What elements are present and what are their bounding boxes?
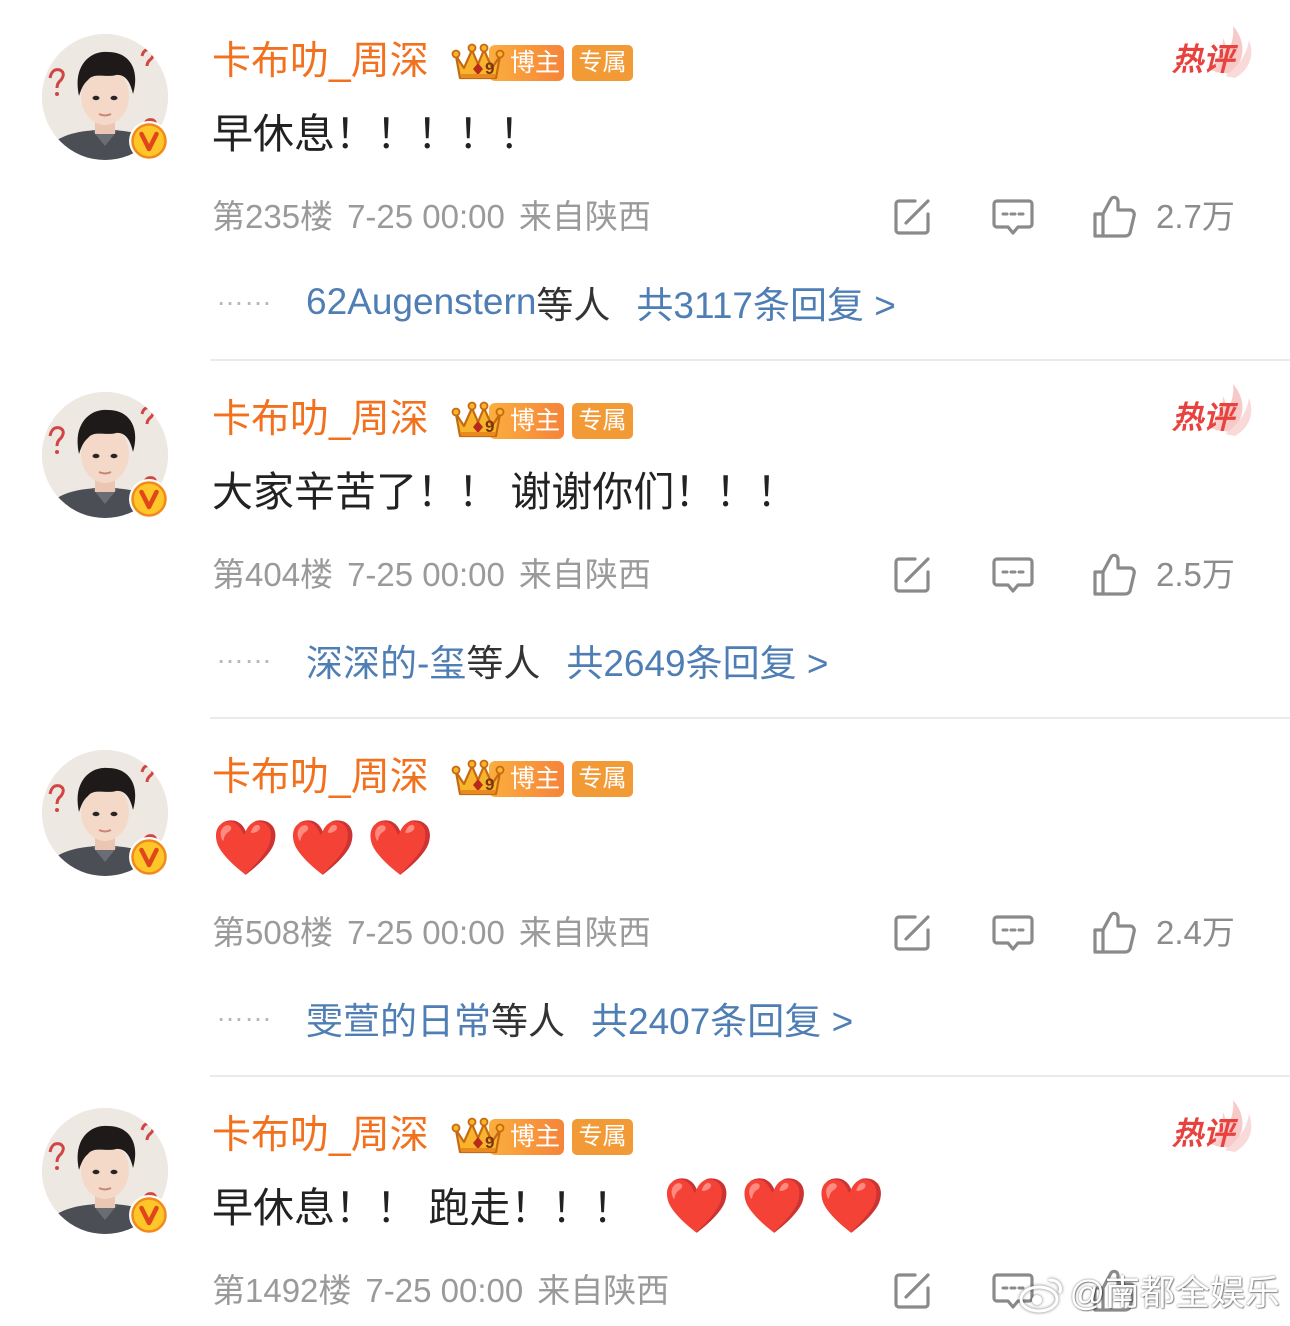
- comment-text: 大家辛苦了！！ 谢谢你们！！！: [212, 469, 798, 515]
- like-button[interactable]: 2.5万: [1091, 552, 1251, 598]
- thumbs-up-icon: [1093, 911, 1136, 954]
- exclusive-badge: 专属: [572, 1119, 633, 1155]
- like-button[interactable]: 2.7万: [1091, 194, 1251, 240]
- comment-text: 早休息！！ 跑走！！！: [212, 1185, 634, 1231]
- comment-item: 卡布叻_周深 博主 9 专属 热评 大家辛苦了！！ 谢谢你们！！！ 第404楼 …: [0, 358, 1290, 720]
- verified-v-icon: [128, 836, 170, 878]
- verified-v-icon: [128, 478, 170, 520]
- reply-users-link[interactable]: 深深的-玺: [306, 633, 466, 687]
- like-button[interactable]: 2.4万: [1091, 910, 1251, 956]
- weibo-logo-icon: [1017, 1274, 1065, 1314]
- reply-summary[interactable]: …… 雯萱的日常 等人 共2407条回复 >: [216, 994, 853, 1042]
- repost-edit-icon[interactable]: [891, 554, 933, 596]
- floor-number: 第1492楼: [212, 1272, 352, 1309]
- crown-icon: [449, 37, 507, 85]
- username[interactable]: 卡布叻_周深: [212, 38, 429, 86]
- floor-number: 第235楼: [212, 198, 334, 235]
- comment-bubble-icon[interactable]: [991, 913, 1035, 953]
- crown-icon: [449, 753, 507, 801]
- exclusive-badge: 专属: [572, 45, 633, 81]
- comment-time: 7-25 00:00: [347, 556, 505, 593]
- view-replies-link[interactable]: 共2649条回复 >: [566, 633, 828, 687]
- reply-users-link[interactable]: 62Augenstern: [306, 281, 536, 323]
- like-count: 2.5万: [1156, 556, 1235, 593]
- comment-meta: 第404楼 7-25 00:00 来自陕西: [212, 551, 651, 599]
- reply-users-suffix: 等人: [466, 643, 541, 684]
- reply-ellipsis: ……: [216, 638, 272, 669]
- comment-content[interactable]: 大家辛苦了！！ 谢谢你们！！！: [212, 460, 827, 520]
- comment-time: 7-25 00:00: [347, 914, 505, 951]
- hot-comment-tag: 热评: [1165, 378, 1255, 442]
- reply-users-link[interactable]: 雯萱的日常: [306, 991, 491, 1045]
- username[interactable]: 卡布叻_周深: [212, 754, 429, 802]
- reply-summary[interactable]: …… 深深的-玺 等人 共2649条回复 >: [216, 636, 829, 684]
- hot-comment-label: 热评: [1172, 1116, 1234, 1151]
- like-count: 2.4万: [1156, 914, 1235, 951]
- exclusive-badge: 专属: [572, 761, 633, 797]
- verified-v-icon: [128, 120, 170, 162]
- comment-content[interactable]: 早休息！！！！！: [212, 102, 570, 162]
- crown-icon: [449, 395, 507, 443]
- username[interactable]: 卡布叻_周深: [212, 1112, 429, 1160]
- exclusive-badge: 专属: [572, 403, 633, 439]
- reply-summary[interactable]: …… 62Augenstern 等人 共3117条回复 >: [216, 278, 896, 326]
- comment-location: 来自陕西: [518, 556, 651, 593]
- floor-number: 第404楼: [212, 556, 334, 593]
- comment-item: 卡布叻_周深 博主 9 专属 ❤️❤️❤️ 第508楼 7-25 00:00 来自陕…: [0, 716, 1290, 1078]
- hot-comment-label: 热评: [1172, 42, 1234, 77]
- thumbs-up-icon: [1093, 553, 1136, 596]
- reply-ellipsis: ……: [216, 996, 272, 1027]
- heart-emoji: ❤️❤️❤️: [212, 816, 444, 879]
- comment-text: 早休息！！！！！: [212, 111, 540, 157]
- floor-number: 第508楼: [212, 914, 334, 951]
- heart-emoji: ❤️❤️❤️: [663, 1174, 896, 1237]
- comment-item: 卡布叻_周深 博主 9 专属 热评 早休息！！！！！ 第235楼 7-25 00…: [0, 0, 1290, 362]
- verified-v-icon: [128, 1194, 170, 1236]
- view-replies-link[interactable]: 共2407条回复 >: [591, 991, 853, 1045]
- view-replies-link[interactable]: 共3117条回复 >: [636, 275, 895, 329]
- crown-level: 9: [485, 775, 495, 794]
- crown-level: 9: [485, 59, 495, 78]
- crown-level: 9: [485, 1133, 495, 1152]
- comment-time: 7-25 00:00: [347, 198, 505, 235]
- crown-icon: [449, 1111, 507, 1159]
- watermark: @南都全娱乐: [1017, 1270, 1280, 1318]
- comment-meta: 第1492楼 7-25 00:00 来自陕西: [212, 1267, 669, 1315]
- hot-comment-label: 热评: [1172, 400, 1234, 435]
- repost-edit-icon[interactable]: [891, 912, 933, 954]
- thumbs-up-icon: [1093, 195, 1136, 238]
- hot-comment-tag: 热评: [1165, 1094, 1255, 1158]
- hot-comment-tag: 热评: [1165, 20, 1255, 84]
- repost-edit-icon[interactable]: [891, 196, 933, 238]
- crown-level: 9: [485, 417, 495, 436]
- reply-users-suffix: 等人: [491, 1001, 565, 1042]
- comment-list: 卡布叻_周深 博主 9 专属 热评 早休息！！！！！ 第235楼 7-25 00…: [0, 0, 1290, 1326]
- comment-meta: 第508楼 7-25 00:00 来自陕西: [212, 909, 651, 957]
- comment-bubble-icon[interactable]: [991, 197, 1035, 237]
- like-count: 2.7万: [1156, 198, 1235, 235]
- comment-meta: 第235楼 7-25 00:00 来自陕西: [212, 193, 651, 241]
- username[interactable]: 卡布叻_周深: [212, 396, 429, 444]
- comment-content[interactable]: 早休息！！ 跑走！！！ ❤️❤️❤️: [212, 1176, 895, 1236]
- watermark-text: @南都全娱乐: [1069, 1274, 1280, 1313]
- comment-time: 7-25 00:00: [365, 1272, 524, 1309]
- reply-users-suffix: 等人: [536, 285, 611, 326]
- comment-location: 来自陕西: [518, 914, 651, 951]
- comment-bubble-icon[interactable]: [991, 555, 1035, 595]
- comment-location: 来自陕西: [518, 198, 651, 235]
- repost-edit-icon[interactable]: [891, 1270, 933, 1312]
- comment-content[interactable]: ❤️❤️❤️: [212, 818, 444, 878]
- comment-location: 来自陕西: [537, 1272, 670, 1309]
- reply-ellipsis: ……: [216, 280, 272, 311]
